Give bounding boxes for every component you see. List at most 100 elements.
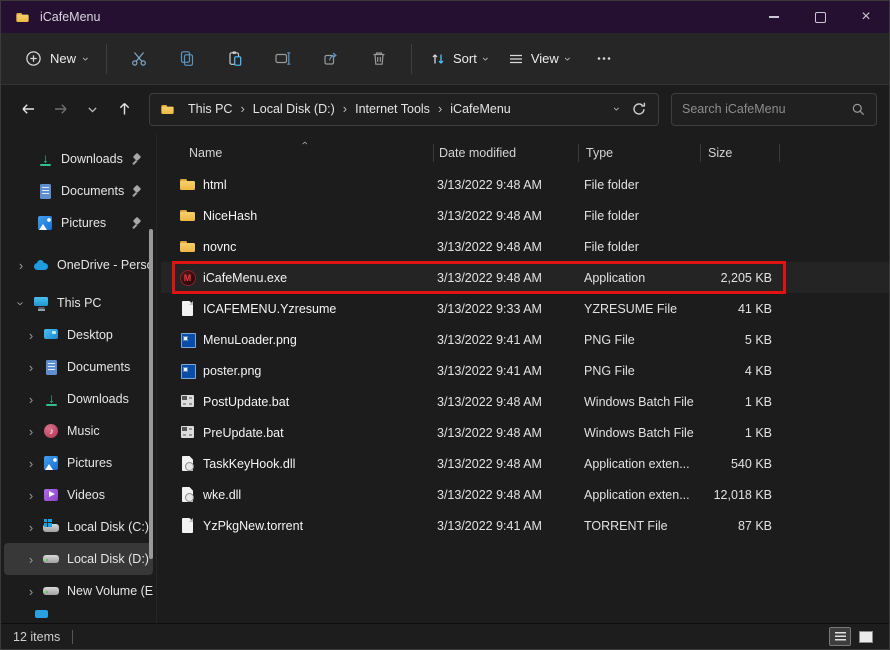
chevron-right-icon[interactable] bbox=[14, 258, 28, 273]
folder-icon bbox=[161, 102, 175, 116]
sort-ascending-icon bbox=[303, 135, 307, 149]
address-bar-actions bbox=[615, 100, 649, 118]
file-size: 1 KB bbox=[700, 395, 772, 409]
sidebar-item-label: New Volume (E bbox=[67, 584, 153, 598]
sidebar-item-local-disk-d[interactable]: Local Disk (D:) bbox=[4, 543, 153, 575]
search-input[interactable] bbox=[682, 102, 851, 116]
chevron-right-icon[interactable] bbox=[24, 392, 38, 407]
paste-button[interactable] bbox=[211, 41, 259, 77]
file-name: poster.png bbox=[203, 364, 437, 378]
icons-view-toggle[interactable] bbox=[855, 627, 877, 646]
sidebar-scrollbar[interactable] bbox=[149, 229, 153, 559]
sidebar-item-label: Downloads bbox=[67, 392, 153, 406]
file-size: 41 KB bbox=[700, 302, 772, 316]
details-view-toggle[interactable] bbox=[829, 627, 851, 646]
file-row-icafemenu-exe[interactable]: iCafeMenu.exe3/13/2022 9:48 AMApplicatio… bbox=[161, 262, 889, 293]
file-size: 12,018 KB bbox=[700, 488, 772, 502]
file-date-modified: 3/13/2022 9:48 AM bbox=[437, 178, 584, 192]
sidebar-item-downloads[interactable]: Downloads bbox=[4, 143, 153, 175]
sidebar-item-label: Local Disk (C:) bbox=[67, 520, 153, 534]
sort-button-label: Sort bbox=[453, 51, 477, 66]
close-button[interactable] bbox=[843, 1, 889, 33]
chevron-down-icon[interactable] bbox=[14, 296, 28, 311]
share-button[interactable] bbox=[307, 41, 355, 77]
sidebar-item-pictures[interactable]: Pictures bbox=[4, 447, 153, 479]
sidebar-item-music[interactable]: Music bbox=[4, 415, 153, 447]
column-header-type[interactable]: Type bbox=[578, 146, 700, 160]
file-name: wke.dll bbox=[203, 488, 437, 502]
file-size: 1 KB bbox=[700, 426, 772, 440]
dll-icon bbox=[179, 486, 196, 503]
column-header-name[interactable]: Name bbox=[161, 146, 433, 160]
chevron-right-icon[interactable] bbox=[24, 552, 38, 567]
file-row-preupdate-bat[interactable]: PreUpdate.bat3/13/2022 9:48 AMWindows Ba… bbox=[161, 417, 889, 448]
refresh-icon[interactable] bbox=[631, 101, 647, 117]
file-row-poster-png[interactable]: poster.png3/13/2022 9:41 AMPNG File4 KB bbox=[161, 355, 889, 386]
rename-button[interactable] bbox=[259, 41, 307, 77]
chevron-right-icon[interactable] bbox=[24, 360, 38, 375]
sidebar-item-this-pc[interactable]: This PC bbox=[4, 287, 153, 319]
sidebar-item-desktop[interactable]: Desktop bbox=[4, 319, 153, 351]
file-row-novnc[interactable]: novnc3/13/2022 9:48 AMFile folder bbox=[161, 231, 889, 262]
chevron-right-icon[interactable] bbox=[24, 456, 38, 471]
pin-icon bbox=[131, 185, 143, 197]
copy-button[interactable] bbox=[163, 41, 211, 77]
desktop-icon bbox=[43, 327, 60, 344]
column-header-size[interactable]: Size bbox=[700, 146, 780, 160]
recent-locations-button[interactable] bbox=[77, 94, 107, 124]
search-box[interactable] bbox=[671, 93, 877, 126]
sidebar-item-videos[interactable]: Videos bbox=[4, 479, 153, 511]
file-row-html[interactable]: html3/13/2022 9:48 AMFile folder bbox=[161, 169, 889, 200]
sidebar-item-local-disk-c[interactable]: Local Disk (C:) bbox=[4, 511, 153, 543]
breadcrumb-item-local-disk-d[interactable]: Local Disk (D:) bbox=[247, 99, 341, 119]
cut-button[interactable] bbox=[115, 41, 163, 77]
file-row-menuloader-png[interactable]: MenuLoader.png3/13/2022 9:41 AMPNG File5… bbox=[161, 324, 889, 355]
plus-circle-icon bbox=[25, 50, 42, 67]
chevron-right-icon[interactable] bbox=[24, 424, 38, 439]
file-row-wke-dll[interactable]: wke.dll3/13/2022 9:48 AMApplication exte… bbox=[161, 479, 889, 510]
sort-button[interactable]: Sort bbox=[420, 45, 498, 73]
sidebar-item-label: Music bbox=[67, 424, 153, 438]
file-name: novnc bbox=[203, 240, 437, 254]
file-type: PNG File bbox=[584, 333, 700, 347]
column-headers: Name Date modified Type Size bbox=[161, 137, 889, 169]
chevron-right-icon[interactable] bbox=[24, 584, 38, 599]
minimize-button[interactable] bbox=[751, 1, 797, 33]
sidebar-item-network-partial[interactable] bbox=[4, 609, 153, 621]
address-bar[interactable]: This PC Local Disk (D:) Internet Tools iCaf… bbox=[149, 93, 659, 126]
file-list: Name Date modified Type Size html3/13/20… bbox=[157, 133, 889, 623]
breadcrumb-item-internet-tools[interactable]: Internet Tools bbox=[349, 99, 436, 119]
sidebar-item-new-volume-e[interactable]: New Volume (E bbox=[4, 575, 153, 607]
up-button[interactable] bbox=[109, 94, 139, 124]
sidebar-item-documents[interactable]: Documents bbox=[4, 175, 153, 207]
file-row-taskkeyhook-dll[interactable]: TaskKeyHook.dll3/13/2022 9:48 AMApplicat… bbox=[161, 448, 889, 479]
breadcrumb-item-icafemenu[interactable]: iCafeMenu bbox=[444, 99, 516, 119]
sidebar-item-downloads[interactable]: Downloads bbox=[4, 383, 153, 415]
breadcrumb-item-this-pc[interactable]: This PC bbox=[182, 99, 238, 119]
delete-button[interactable] bbox=[355, 41, 403, 77]
file-row-icafemenu-yzresume[interactable]: ICAFEMENU.Yzresume3/13/2022 9:33 AMYZRES… bbox=[161, 293, 889, 324]
sidebar-item-documents[interactable]: Documents bbox=[4, 351, 153, 383]
sidebar-item-pictures[interactable]: Pictures bbox=[4, 207, 153, 239]
file-type: File folder bbox=[584, 209, 700, 223]
file-row-nicehash[interactable]: NiceHash3/13/2022 9:48 AMFile folder bbox=[161, 200, 889, 231]
chevron-right-icon[interactable] bbox=[24, 520, 38, 535]
more-options-button[interactable] bbox=[580, 41, 628, 77]
forward-button[interactable] bbox=[45, 94, 75, 124]
chevron-right-icon[interactable] bbox=[24, 488, 38, 503]
chevron-down-icon[interactable] bbox=[615, 100, 619, 118]
new-button[interactable]: New bbox=[15, 44, 98, 73]
file-type: File folder bbox=[584, 178, 700, 192]
column-header-date-modified[interactable]: Date modified bbox=[433, 146, 578, 160]
drive-icon bbox=[43, 583, 60, 600]
maximize-button[interactable] bbox=[797, 1, 843, 33]
file-row-postupdate-bat[interactable]: PostUpdate.bat3/13/2022 9:48 AMWindows B… bbox=[161, 386, 889, 417]
app-icon bbox=[179, 269, 196, 286]
view-button[interactable]: View bbox=[498, 45, 580, 73]
file-name: TaskKeyHook.dll bbox=[203, 457, 437, 471]
folder-icon bbox=[16, 10, 30, 24]
file-row-yzpkgnew-torrent[interactable]: YzPkgNew.torrent3/13/2022 9:41 AMTORRENT… bbox=[161, 510, 889, 541]
back-button[interactable] bbox=[13, 94, 43, 124]
sidebar-item-onedrive-perso[interactable]: OneDrive - Perso bbox=[4, 249, 153, 281]
chevron-right-icon[interactable] bbox=[24, 328, 38, 343]
